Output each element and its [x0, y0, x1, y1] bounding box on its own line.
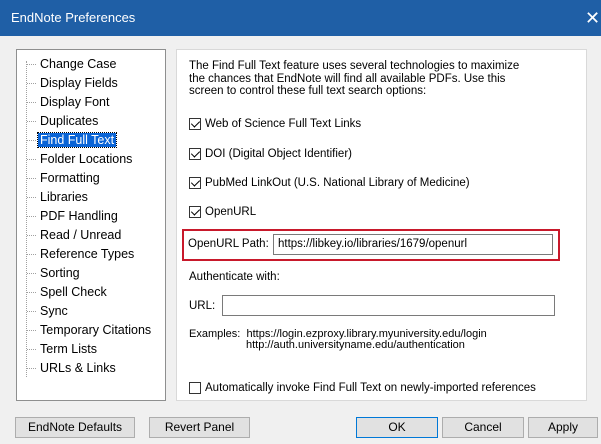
- tree-item[interactable]: Duplicates: [27, 112, 100, 130]
- endnote-defaults-button[interactable]: EndNote Defaults: [15, 417, 135, 438]
- title-bar: EndNote Preferences ✕: [0, 0, 601, 36]
- checkbox-label: Automatically invoke Find Full Text on n…: [205, 382, 536, 394]
- apply-button[interactable]: Apply: [528, 417, 598, 438]
- tree-item[interactable]: Spell Check: [27, 283, 109, 301]
- checkbox-box[interactable]: [189, 118, 201, 130]
- url-input[interactable]: [222, 295, 555, 316]
- tree-item-label: Temporary Citations: [40, 323, 152, 337]
- tree-connector: [27, 197, 36, 199]
- web-of-science-checkbox[interactable]: Web of Science Full Text Links: [189, 116, 361, 132]
- cancel-button[interactable]: Cancel: [442, 417, 524, 438]
- pubmed-linkout-checkbox[interactable]: PubMed LinkOut (U.S. National Library of…: [189, 175, 470, 191]
- tree-item-label: Display Fields: [40, 76, 118, 90]
- tree-item-label: Find Full Text: [36, 132, 118, 148]
- checkbox-label: PubMed LinkOut (U.S. National Library of…: [205, 177, 470, 189]
- tree-item[interactable]: Reference Types: [27, 245, 136, 263]
- checkbox-box[interactable]: [189, 206, 201, 218]
- tree-item-label: Folder Locations: [40, 152, 133, 166]
- tree-item[interactable]: PDF Handling: [27, 207, 120, 225]
- tree-connector: [27, 292, 36, 294]
- tree-item[interactable]: Display Font: [27, 93, 111, 111]
- checkbox-label: DOI (Digital Object Identifier): [205, 148, 352, 160]
- tree-item-label: Libraries: [40, 190, 88, 204]
- tree-connector: [27, 273, 36, 275]
- tree-item-label: Spell Check: [40, 285, 107, 299]
- tree-connector: [27, 121, 36, 123]
- checkbox-box[interactable]: [189, 177, 201, 189]
- tree-item[interactable]: Sorting: [27, 264, 82, 282]
- window-title: EndNote Preferences: [11, 10, 136, 25]
- tree-connector: [27, 235, 36, 237]
- tree-item[interactable]: Temporary Citations: [27, 321, 153, 339]
- tree-item[interactable]: Formatting: [27, 169, 102, 187]
- authenticate-label: Authenticate with:: [189, 271, 280, 283]
- tree-item-label: Display Font: [40, 95, 110, 109]
- openurl-path-input[interactable]: https://libkey.io/libraries/1679/openurl: [273, 234, 553, 255]
- tree-item[interactable]: Read / Unread: [27, 226, 123, 244]
- tree-connector: [27, 311, 36, 313]
- url-label: URL:: [189, 300, 216, 312]
- checkbox-box[interactable]: [189, 382, 201, 394]
- tree-connector: [27, 83, 36, 85]
- tree-connector: [27, 254, 36, 256]
- preferences-tree: Change Case Display Fields Display Font Dup…: [16, 49, 166, 401]
- tree-item-label: Sorting: [40, 266, 80, 280]
- tree-item[interactable]: Libraries: [27, 188, 90, 206]
- tree-item-label: Reference Types: [40, 247, 135, 261]
- examples-text: Examples: https://login.ezproxy.library.…: [189, 329, 487, 351]
- tree-item[interactable]: Find Full Text: [27, 131, 118, 149]
- tree-connector: [27, 368, 36, 370]
- auto-invoke-checkbox[interactable]: Automatically invoke Find Full Text on n…: [189, 380, 536, 396]
- tree-item-label: Change Case: [40, 57, 117, 71]
- revert-panel-button[interactable]: Revert Panel: [149, 417, 250, 438]
- tree-connector: [27, 159, 36, 161]
- tree-item-label: Term Lists: [40, 342, 97, 356]
- tree-connector: [27, 178, 36, 180]
- tree-item-label: Formatting: [40, 171, 100, 185]
- find-full-text-panel: The Find Full Text feature uses several …: [176, 49, 587, 401]
- checkbox-label: Web of Science Full Text Links: [205, 118, 362, 130]
- tree-item[interactable]: URLs & Links: [27, 359, 118, 377]
- tree-item[interactable]: Folder Locations: [27, 150, 134, 168]
- tree-item-label: Duplicates: [40, 114, 99, 128]
- tree-item-label: Read / Unread: [40, 228, 122, 242]
- checkbox-box[interactable]: [189, 148, 201, 160]
- checkbox-label: OpenURL: [205, 206, 257, 218]
- panel-description: The Find Full Text feature uses several …: [189, 60, 520, 97]
- tree-item[interactable]: Display Fields: [27, 74, 120, 92]
- example-url-2: http://auth.universityname.edu/authentic…: [246, 339, 465, 351]
- tree-item-label: Sync: [40, 304, 68, 318]
- tree-item-label: PDF Handling: [40, 209, 118, 223]
- examples-label: Examples:: [189, 328, 241, 340]
- tree-connector: [27, 64, 36, 66]
- tree-item-label: URLs & Links: [40, 361, 116, 375]
- close-icon[interactable]: ✕: [585, 8, 601, 29]
- tree-connector: [27, 330, 36, 332]
- openurl-path-label: OpenURL Path:: [188, 238, 269, 250]
- tree-item[interactable]: Sync: [27, 302, 70, 320]
- tree-connector: [27, 349, 36, 351]
- tree-connector: [27, 102, 36, 104]
- doi-checkbox[interactable]: DOI (Digital Object Identifier): [189, 146, 352, 162]
- ok-button[interactable]: OK: [356, 417, 438, 438]
- tree-item[interactable]: Term Lists: [27, 340, 99, 358]
- tree-connector: [27, 216, 36, 218]
- openurl-checkbox[interactable]: OpenURL: [189, 204, 256, 220]
- tree-item[interactable]: Change Case: [27, 55, 118, 73]
- tree-connector: [27, 140, 36, 142]
